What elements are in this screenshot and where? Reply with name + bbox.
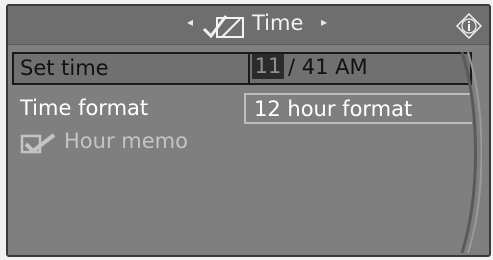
- menu-item-set-time[interactable]: Set time 11 / 41 AM: [12, 52, 472, 85]
- time-format-value: 12 hour format: [254, 97, 413, 121]
- time-format-label: Time format: [20, 96, 149, 120]
- clock-settings-icon: [202, 15, 244, 39]
- hour-memo-label: Hour memo: [64, 129, 188, 153]
- checkmark-icon: [20, 133, 56, 154]
- idrive-screen: ◂ Time ▸ Set time 11 / 41 AM Time format…: [6, 4, 491, 257]
- set-time-label: Set time: [20, 56, 109, 80]
- header-bar: ◂ Time ▸: [8, 6, 489, 45]
- info-icon[interactable]: [456, 13, 482, 39]
- menu-item-time-format[interactable]: Time format 12 hour format: [12, 93, 472, 126]
- time-format-value-field[interactable]: 12 hour format: [244, 93, 472, 124]
- page-title: Time: [252, 11, 304, 35]
- scroll-arc: [460, 51, 482, 254]
- minute-ampm-text: / 41 AM: [288, 55, 368, 79]
- hour-field[interactable]: 11: [252, 54, 284, 79]
- previous-arrow-icon[interactable]: ◂: [187, 15, 193, 29]
- menu-item-hour-memo[interactable]: Hour memo: [12, 126, 312, 159]
- time-value-field[interactable]: 11 / 41 AM: [248, 52, 472, 85]
- next-arrow-icon[interactable]: ▸: [321, 15, 327, 29]
